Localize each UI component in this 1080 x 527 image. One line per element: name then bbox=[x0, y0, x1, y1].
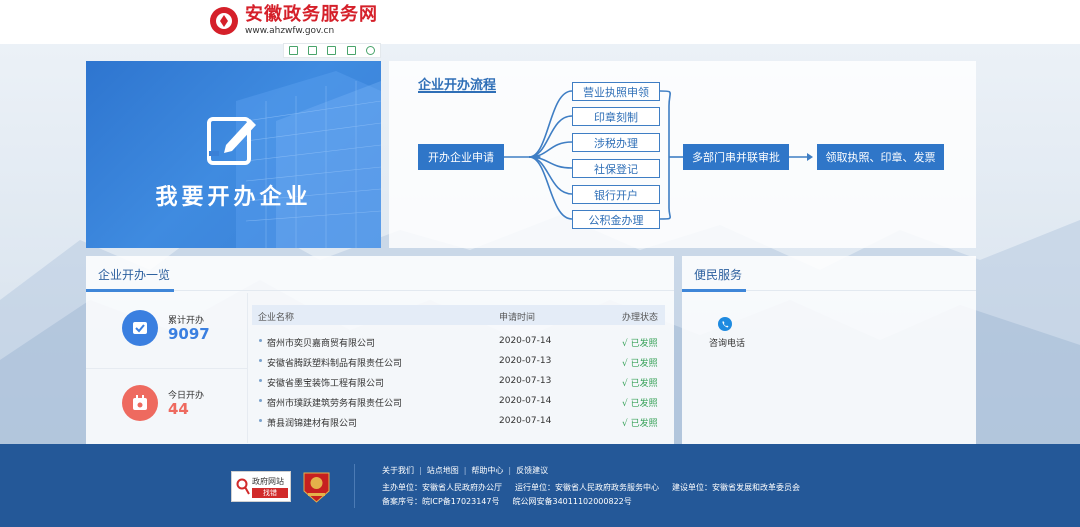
settings-icon[interactable] bbox=[365, 46, 375, 55]
site-header: 安徽政务服务网 www.ahzwfw.gov.cn bbox=[0, 0, 1080, 44]
bullet-icon bbox=[259, 419, 262, 422]
table-row[interactable]: 宿州市璞跃建筑劳务有限责任公司 2020-07-14 √ 已发照 bbox=[252, 391, 665, 411]
phone-icon[interactable] bbox=[718, 317, 732, 331]
badge-button: 找错 bbox=[252, 488, 288, 498]
row-company[interactable]: 宿州市璞跃建筑劳务有限责任公司 bbox=[267, 396, 402, 409]
stat-divider bbox=[86, 368, 247, 369]
gov-site-error-badge[interactable]: 政府网站 找错 bbox=[231, 471, 291, 502]
col-company: 企业名称 bbox=[258, 313, 295, 323]
site-url: www.ahzwfw.gov.cn bbox=[245, 26, 335, 36]
banner-title: 我要开办企业 bbox=[155, 185, 312, 210]
save-icon[interactable] bbox=[289, 46, 299, 55]
row-date: 2020-07-14 bbox=[499, 416, 552, 426]
column-divider bbox=[247, 293, 248, 443]
expand-icon[interactable] bbox=[308, 46, 318, 55]
link-separator: | bbox=[419, 466, 422, 475]
party-emblem-icon[interactable] bbox=[303, 471, 330, 503]
row-company[interactable]: 萧县润锦建材有限公司 bbox=[267, 416, 357, 429]
table-header: 企业名称 申请时间 办理状态 bbox=[252, 305, 665, 325]
step-collect[interactable]: 领取执照、印章、发票 bbox=[817, 144, 944, 170]
calendar-icon bbox=[122, 385, 158, 421]
row-status: √ 已发照 bbox=[622, 419, 658, 429]
total-icon bbox=[122, 310, 158, 346]
overview-panel: 企业开办一览 累计开办 9097 今日开办 44 企业名称 申请时间 办理状态 … bbox=[86, 256, 674, 444]
row-date: 2020-07-14 bbox=[499, 396, 552, 406]
table-row[interactable]: 安徽省腾跃塑料制品有限责任公司 2020-07-13 √ 已发照 bbox=[252, 351, 665, 371]
floating-toolbar bbox=[283, 43, 381, 58]
service-title-underline bbox=[682, 289, 746, 292]
step-housing-fund[interactable]: 公积金办理 bbox=[572, 210, 660, 229]
phone-label[interactable]: 咨询电话 bbox=[709, 336, 745, 349]
link-separator: | bbox=[463, 466, 467, 475]
edit-document-icon bbox=[207, 117, 256, 165]
row-company[interactable]: 安徽省腾跃塑料制品有限责任公司 bbox=[267, 356, 402, 369]
service-title: 便民服务 bbox=[694, 268, 743, 282]
badge-text: 政府网站 bbox=[252, 477, 284, 486]
footer-host: 主办单位：安徽省人民政府办公厅 bbox=[382, 483, 502, 492]
share-icon[interactable] bbox=[346, 46, 356, 55]
link-separator: | bbox=[508, 466, 512, 475]
footer-record-info: 备案序号：皖ICP备17023147号 皖公网安备34011102000822号 bbox=[382, 496, 645, 507]
total-value: 9097 bbox=[168, 325, 210, 343]
link-help[interactable]: 帮助中心 bbox=[471, 466, 503, 475]
service-panel: 便民服务 咨询电话 bbox=[682, 256, 976, 444]
magnifier-icon bbox=[236, 478, 250, 495]
overview-title: 企业开办一览 bbox=[98, 268, 171, 282]
row-status: √ 已发照 bbox=[622, 339, 658, 349]
link-sitemap[interactable]: 站点地图 bbox=[427, 466, 459, 475]
col-date: 申请时间 bbox=[499, 313, 536, 323]
step-bank-account[interactable]: 银行开户 bbox=[572, 185, 660, 204]
row-company[interactable]: 安徽省墨宝装饰工程有限公司 bbox=[267, 376, 384, 389]
footer-police[interactable]: 皖公网安备34011102000822号 bbox=[513, 497, 632, 506]
table-row[interactable]: 萧县润锦建材有限公司 2020-07-14 √ 已发照 bbox=[252, 411, 665, 431]
footer-org-info: 主办单位：安徽省人民政府办公厅 运行单位：安徽省人民政府政务服务中心 建设单位：安徽… bbox=[382, 482, 813, 493]
step-seal-engraving[interactable]: 印章刻制 bbox=[572, 107, 660, 126]
row-status: √ 已发照 bbox=[622, 359, 658, 369]
row-status: √ 已发照 bbox=[622, 379, 658, 389]
step-social-security[interactable]: 社保登记 bbox=[572, 159, 660, 178]
today-stat: 今日开办 44 bbox=[122, 385, 204, 421]
table-row[interactable]: 安徽省墨宝装饰工程有限公司 2020-07-13 √ 已发照 bbox=[252, 371, 665, 391]
row-status: √ 已发照 bbox=[622, 399, 658, 409]
start-business-banner[interactable]: 我要开办企业 bbox=[86, 61, 381, 248]
row-company[interactable]: 宿州市奕贝嘉商贸有限公司 bbox=[267, 336, 375, 349]
logo-icon bbox=[210, 6, 238, 35]
footer-builder: 建设单位：安徽省发展和改革委员会 bbox=[672, 483, 800, 492]
site-logo[interactable]: 安徽政务服务网 www.ahzwfw.gov.cn bbox=[209, 5, 378, 36]
step-business-license[interactable]: 营业执照申领 bbox=[572, 82, 660, 101]
bullet-icon bbox=[259, 359, 262, 362]
col-status: 办理状态 bbox=[622, 313, 659, 323]
total-stat: 累计开办 9097 bbox=[122, 310, 210, 346]
footer-operator: 运行单位：安徽省人民政府政务服务中心 bbox=[515, 483, 659, 492]
site-title: 安徽政务服务网 bbox=[245, 4, 378, 25]
footer-links: 关于我们 | 站点地图 | 帮助中心 | 反馈建议 bbox=[382, 465, 548, 476]
step-apply[interactable]: 开办企业申请 bbox=[418, 144, 504, 170]
table-row[interactable]: 宿州市奕贝嘉商贸有限公司 2020-07-14 √ 已发照 bbox=[252, 331, 665, 351]
bullet-icon bbox=[259, 339, 262, 342]
process-panel: 企业开办流程 开办企业申请 营业执照申领 印章刻制 涉税办理 社保登记 银行开户… bbox=[389, 61, 976, 248]
step-approval[interactable]: 多部门串并联审批 bbox=[683, 144, 789, 170]
link-about[interactable]: 关于我们 bbox=[382, 466, 414, 475]
link-feedback[interactable]: 反馈建议 bbox=[516, 466, 548, 475]
row-date: 2020-07-14 bbox=[499, 336, 552, 346]
overview-divider bbox=[86, 290, 674, 291]
site-footer: 政府网站 找错 关于我们 | 站点地图 | 帮助中心 | 反馈建议 主办单位：安徽省人民政府… bbox=[0, 444, 1080, 527]
footer-icp[interactable]: 备案序号：皖ICP备17023147号 bbox=[382, 497, 500, 506]
bullet-icon bbox=[259, 399, 262, 402]
screenshot-icon[interactable] bbox=[327, 46, 337, 55]
overview-title-underline bbox=[86, 289, 174, 292]
step-tax[interactable]: 涉税办理 bbox=[572, 133, 660, 152]
today-value: 44 bbox=[168, 400, 189, 418]
row-date: 2020-07-13 bbox=[499, 356, 552, 366]
footer-separator bbox=[354, 464, 355, 508]
row-date: 2020-07-13 bbox=[499, 376, 552, 386]
bullet-icon bbox=[259, 379, 262, 382]
